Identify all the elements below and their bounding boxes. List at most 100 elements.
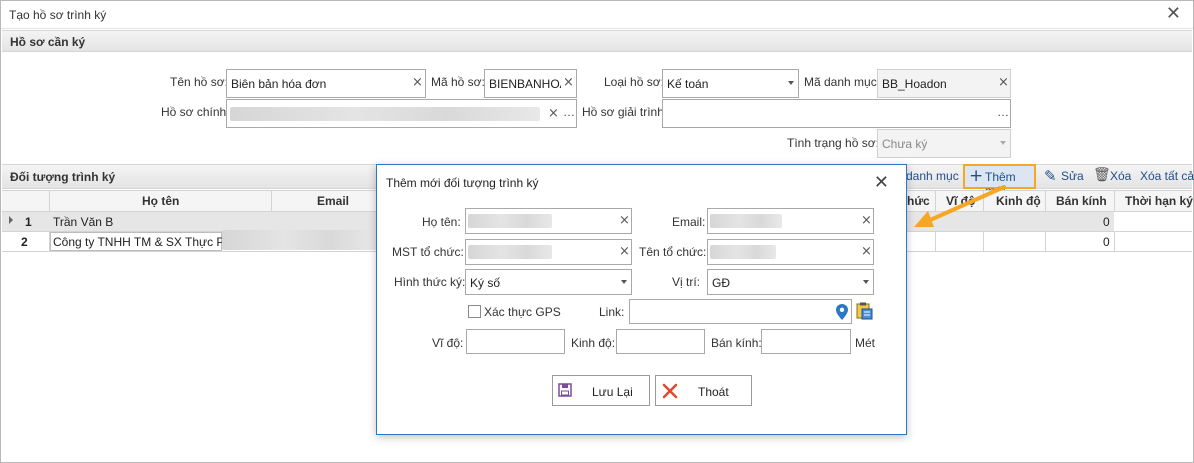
redacted-value [222,230,377,250]
clear-icon[interactable]: × [861,244,872,259]
save-button[interactable]: Lưu Lại [552,375,650,406]
ten-to-chuc-input[interactable]: × [707,239,874,265]
redacted-value [710,214,782,228]
ma-ho-so-value: BIENBANHOAD [489,77,561,91]
table-cell[interactable] [1114,212,1192,231]
column-ban-kinh[interactable]: Bán kính [1056,194,1107,208]
close-icon[interactable]: ✕ [874,172,889,193]
ho-ten-label: Họ tên: [422,215,461,229]
ho-so-chinh-label: Hồ sơ chính: [161,105,230,119]
close-icon [662,383,678,399]
ma-danh-muc-label: Mã danh mục: [804,75,881,89]
link-label: Link: [599,305,625,319]
trash-icon[interactable]: 🗑 [1093,167,1111,183]
link-input[interactable] [629,299,852,324]
email-label: Email: [672,215,706,229]
ma-danh-muc-value: BB_Hoadon [882,77,947,91]
save-label: Lưu Lại [592,385,633,399]
row-ban-kinh[interactable]: 0 [1103,215,1110,229]
tinh-trang-label: Tình trạng hồ sơ: [787,136,879,150]
loai-ho-so-label: Loại hồ sơ: [604,75,664,89]
chevron-down-icon[interactable] [621,280,627,284]
row-number: 1 [25,215,32,229]
gps-label: Xác thực GPS [484,305,561,319]
ten-ho-so-value: Biên bản hóa đơn [231,77,327,91]
ten-to-chuc-label: Tên tổ chức: [639,245,707,259]
chevron-down-icon[interactable] [788,81,794,85]
clear-icon[interactable]: × [412,75,423,90]
delete-button[interactable]: Xóa [1110,169,1131,183]
vi-do-input[interactable] [466,329,565,354]
vi-do-label: Vĩ độ: [432,336,464,350]
ho-so-giai-trinh-label: Hồ sơ giải trình: [582,105,668,119]
tinh-trang-select[interactable]: Chưa ký [877,129,1011,158]
clear-icon[interactable]: × [563,75,574,90]
title-bar: Tạo hồ sơ trình ký ✕ [1,1,1193,29]
clipboard-icon[interactable] [855,302,873,320]
row-indicator-icon [9,216,13,224]
redacted-value [468,214,552,228]
mst-input[interactable]: × [465,239,632,265]
row-number: 2 [21,235,28,249]
grid-line [271,190,272,212]
kinh-do-label: Kinh độ: [571,336,616,350]
clear-icon[interactable]: × [619,244,630,259]
clear-icon[interactable]: × [548,106,559,121]
browse-icon[interactable]: … [563,105,575,119]
ban-kinh-input[interactable] [761,329,851,354]
chevron-down-icon[interactable] [863,280,869,284]
hinh-thuc-ky-value: Ký số [470,276,501,290]
ma-ho-so-label: Mã hồ sơ: [431,75,485,89]
annotation-arrow-icon [914,185,1006,227]
row-ho-ten[interactable]: Trần Văn B [53,215,113,229]
met-label: Mét [855,336,876,350]
ma-danh-muc-input[interactable]: BB_Hoadon × [877,69,1011,98]
ho-so-giai-trinh-input[interactable]: … [662,99,1011,128]
row-ban-kinh[interactable]: 0 [1103,235,1110,249]
gps-checkbox[interactable] [468,305,481,318]
redacted-value [468,245,552,259]
edit-button[interactable]: Sửa [1061,169,1084,183]
close-icon[interactable]: ✕ [1166,5,1181,23]
vi-tri-value: GĐ [712,276,730,290]
hinh-thuc-ky-select[interactable]: Ký số [465,269,632,295]
browse-icon[interactable]: … [997,105,1009,119]
column-thoi-han-ky[interactable]: Thời hạn ký [1125,194,1193,208]
clear-icon[interactable]: × [861,213,872,228]
column-email[interactable]: Email [317,194,349,208]
tinh-trang-value: Chưa ký [882,137,928,151]
pencil-icon[interactable]: ✎ [1044,167,1057,185]
ho-ten-input[interactable]: × [465,208,632,234]
delete-all-button[interactable]: Xóa tất cả [1140,169,1194,183]
ten-ho-so-input[interactable]: Biên bản hóa đơn × [226,69,426,98]
chevron-down-icon[interactable] [1000,141,1006,145]
clear-icon[interactable]: × [998,75,1009,90]
hinh-thuc-ky-label: Hình thức ký: [394,275,466,289]
kinh-do-input[interactable] [616,329,705,354]
email-input[interactable]: × [707,208,874,234]
ten-ho-so-label: Tên hồ sơ: [170,75,228,89]
window-title: Tạo hồ sơ trình ký [9,8,107,22]
ho-so-chinh-input[interactable]: × … [226,99,577,128]
column-ho-ten[interactable]: Họ tên [142,194,179,208]
mst-label: MST tổ chức: [392,245,464,259]
redacted-value [230,107,540,121]
map-pin-icon[interactable] [836,304,848,320]
ban-kinh-label: Bán kính: [711,336,762,350]
profile-section-title: Hồ sơ cần ký [10,35,86,49]
clear-icon[interactable]: × [619,213,630,228]
loai-ho-so-select[interactable]: Kế toán [662,69,799,98]
exit-label: Thoát [698,385,729,399]
row-ho-ten[interactable]: Công ty TNHH TM & SX Thực Phẩm [53,235,248,249]
dialog-title: Thêm mới đối tượng trình ký [386,176,539,190]
ma-ho-so-input[interactable]: BIENBANHOAD × [484,69,577,98]
vi-tri-label: Vị trí: [672,275,701,289]
profile-section-header: Hồ sơ cần ký [2,30,1192,52]
add-signer-dialog: Thêm mới đối tượng trình ký ✕ Họ tên: × … [376,164,907,435]
danh-muc-button[interactable]: danh mục [906,169,959,183]
exit-button[interactable]: Thoát [655,375,752,406]
vi-tri-select[interactable]: GĐ [707,269,874,295]
signers-section-title: Đối tượng trình ký [10,170,116,184]
loai-ho-so-value: Kế toán [667,77,709,91]
redacted-value [710,245,776,259]
